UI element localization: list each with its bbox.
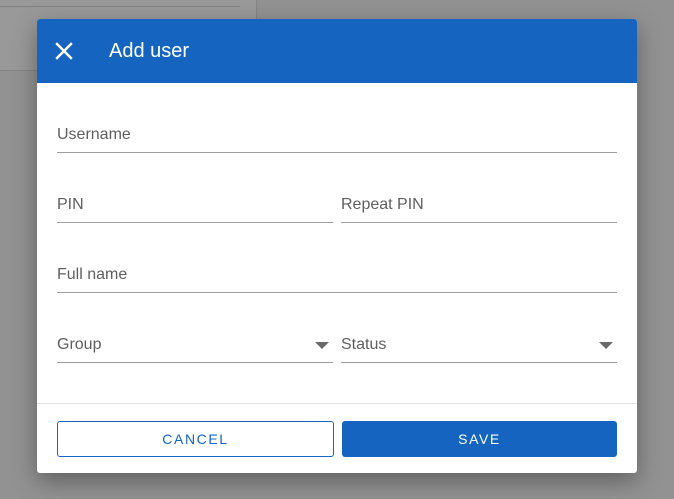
footer-divider xyxy=(37,403,637,404)
repeat-pin-field[interactable]: Repeat PIN xyxy=(341,188,617,223)
dialog-header: Add user xyxy=(37,19,637,83)
pin-label: PIN xyxy=(57,196,84,213)
close-icon xyxy=(52,39,76,63)
save-button[interactable]: SAVE xyxy=(342,421,617,457)
full-name-label: Full name xyxy=(57,266,128,283)
dropdown-arrow-icon xyxy=(315,342,329,349)
repeat-pin-label: Repeat PIN xyxy=(341,196,424,213)
dialog-title: Add user xyxy=(109,40,190,62)
cancel-button[interactable]: CANCEL xyxy=(57,421,334,457)
status-select[interactable]: Status xyxy=(341,328,617,363)
pin-field[interactable]: PIN xyxy=(57,188,333,223)
close-button[interactable] xyxy=(52,39,76,63)
status-label: Status xyxy=(341,336,387,353)
username-field[interactable]: Username xyxy=(57,118,617,153)
full-name-field[interactable]: Full name xyxy=(57,258,617,293)
group-label: Group xyxy=(57,336,102,353)
group-select[interactable]: Group xyxy=(57,328,333,363)
dropdown-arrow-icon xyxy=(599,342,613,349)
username-label: Username xyxy=(57,126,131,143)
add-user-dialog: Add user Username PIN Repeat PIN Full na… xyxy=(37,19,637,473)
